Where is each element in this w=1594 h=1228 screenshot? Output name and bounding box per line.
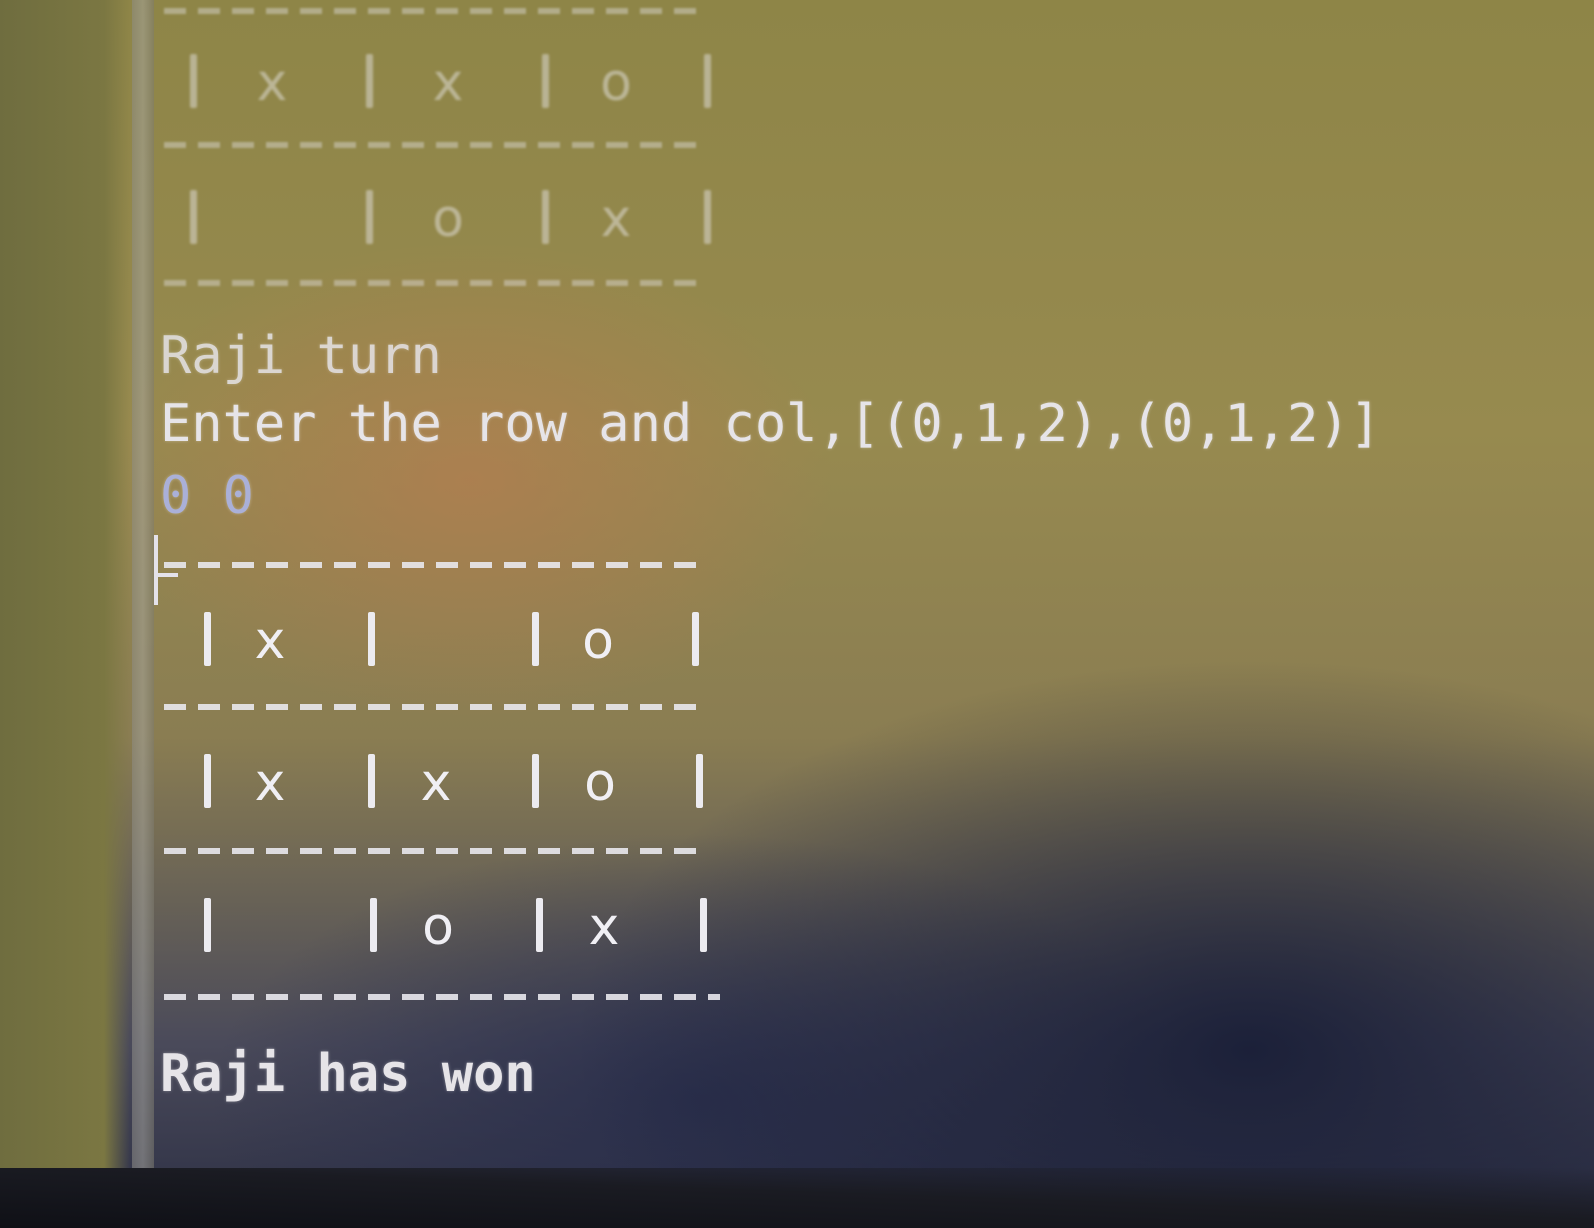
- board-cell: o: [582, 611, 614, 671]
- prev-board-divider: [164, 280, 704, 286]
- console-window-border: [132, 0, 154, 1228]
- board-divider: [164, 848, 704, 854]
- screen-left-edge: [0, 0, 130, 1228]
- board-row-2: x x o: [190, 748, 710, 818]
- board-cell: x: [254, 753, 286, 813]
- board-cell: x: [588, 897, 620, 957]
- board-row-3: o x: [190, 892, 710, 962]
- cell-separator: [370, 898, 377, 952]
- cell-separator: [204, 754, 211, 808]
- cell-separator: [542, 190, 549, 244]
- board-cell: x: [420, 753, 452, 813]
- cell-separator: [190, 190, 197, 244]
- board-cell: o: [584, 753, 616, 813]
- board-cell: x: [254, 611, 286, 671]
- cell-separator: [204, 612, 211, 666]
- prev-board-cell: x: [432, 53, 464, 113]
- board-divider: [164, 704, 704, 710]
- result-line: Raji has won: [160, 1044, 536, 1104]
- cell-separator: [704, 54, 711, 108]
- cell-separator: [366, 54, 373, 108]
- prev-board-divider: [164, 8, 704, 14]
- input-prompt-line: Enter the row and col,[(0,1,2),(0,1,2)]: [160, 394, 1381, 454]
- prev-board-cell: o: [432, 189, 464, 249]
- console-output: x x o o x Raji turn Enter the row and co…: [160, 0, 1420, 1160]
- cell-separator: [368, 754, 375, 808]
- cell-separator: [204, 898, 211, 952]
- prev-board-divider: [164, 142, 704, 148]
- board-divider: [164, 562, 704, 568]
- cell-separator: [696, 754, 703, 808]
- cell-separator: [542, 54, 549, 108]
- text-cursor: [154, 535, 178, 605]
- prev-board-row-1: x x o: [190, 48, 711, 118]
- prev-board-row-2: o x: [190, 184, 711, 254]
- cell-separator: [366, 190, 373, 244]
- board-cell: o: [422, 897, 454, 957]
- turn-line: Raji turn: [160, 326, 442, 386]
- user-input-echo: 0 0: [160, 466, 254, 526]
- cell-separator: [532, 612, 539, 666]
- board-divider: [164, 994, 720, 1000]
- cell-separator: [692, 612, 699, 666]
- cell-separator: [700, 898, 707, 952]
- prev-board-cell: o: [600, 53, 632, 113]
- prev-board-cell: x: [256, 53, 288, 113]
- monitor-bezel: [0, 1168, 1594, 1228]
- cell-separator: [532, 754, 539, 808]
- board-row-1: x o: [190, 606, 710, 676]
- cell-separator: [190, 54, 197, 108]
- cell-separator: [704, 190, 711, 244]
- prev-board-cell: x: [600, 189, 632, 249]
- cell-separator: [536, 898, 543, 952]
- cell-separator: [368, 612, 375, 666]
